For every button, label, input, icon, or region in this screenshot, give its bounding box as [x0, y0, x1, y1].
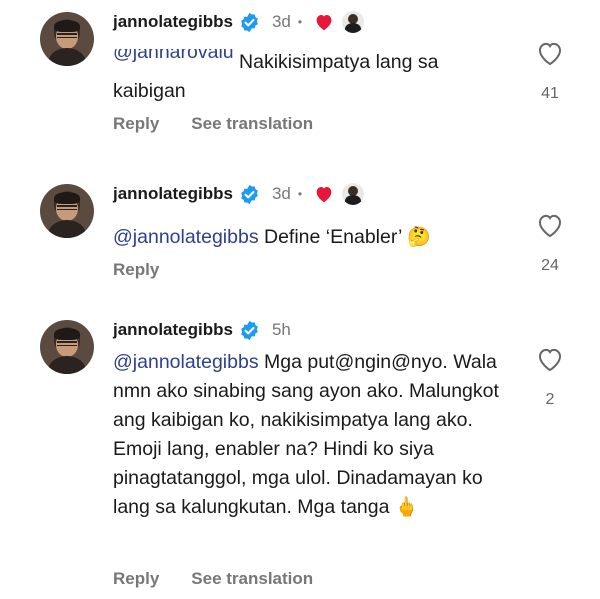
mention-link[interactable]: @jannolategibbs	[113, 226, 259, 248]
separator-dot: •	[297, 187, 303, 201]
see-translation-button[interactable]: See translation	[191, 114, 313, 134]
like-count: 2	[545, 391, 555, 408]
like-count: 24	[541, 257, 559, 274]
avatar[interactable]	[40, 320, 94, 374]
reply-button[interactable]: Reply	[113, 114, 159, 134]
timestamp: 3d	[271, 12, 291, 31]
creator-liked-heart-icon	[314, 185, 334, 203]
like-heart-icon[interactable]	[536, 40, 564, 71]
like-heart-icon[interactable]	[536, 346, 564, 377]
reply-button[interactable]: Reply	[113, 260, 159, 280]
username[interactable]: jannolategibbs	[113, 184, 233, 204]
middle-finger-emoji-icon: 🖕	[394, 497, 419, 518]
comment-text: @jannarovalu Nakikisimpatya lang sa kaib…	[113, 48, 513, 106]
timestamp: 5h	[271, 320, 291, 339]
like-count: 41	[541, 85, 559, 102]
comment-text: @jannolategibbs Mga put@ngin@nyo. Wala n…	[113, 348, 518, 522]
username[interactable]: jannolategibbs	[113, 12, 233, 32]
username[interactable]: jannolategibbs	[113, 320, 233, 340]
timestamp: 3d	[271, 184, 291, 203]
like-heart-icon[interactable]	[536, 212, 564, 243]
verified-badge-icon	[239, 12, 260, 33]
creator-avatar-icon	[342, 183, 365, 205]
avatar[interactable]	[40, 12, 94, 66]
comment-body: Mga put@ngin@nyo. Wala nmn ako sinabing …	[113, 351, 499, 518]
comment-text: @jannolategibbs Define ‘Enabler’ 🤔	[113, 223, 513, 252]
verified-badge-icon	[239, 184, 260, 205]
creator-avatar-icon	[342, 11, 365, 33]
separator-dot: •	[297, 15, 303, 29]
thinking-face-emoji-icon: 🤔	[407, 227, 431, 248]
mention-link[interactable]: @jannarovalu	[113, 49, 234, 63]
comment-2: jannolategibbs 3d • @jannolategibbs Defi…	[0, 170, 600, 310]
comment-body: Define ‘Enabler’	[264, 226, 402, 248]
see-translation-button[interactable]: See translation	[191, 569, 313, 589]
mention-link[interactable]: @jannolategibbs	[113, 351, 259, 373]
reply-button[interactable]: Reply	[113, 569, 159, 589]
comment-3: jannolategibbs 5h @jannolategibbs Mga pu…	[0, 310, 600, 599]
creator-liked-heart-icon	[314, 13, 334, 31]
verified-badge-icon	[239, 320, 260, 341]
avatar[interactable]	[40, 184, 94, 238]
comment-1: jannolategibbs 3d • @jannarovalu Nakikis…	[0, 0, 600, 170]
